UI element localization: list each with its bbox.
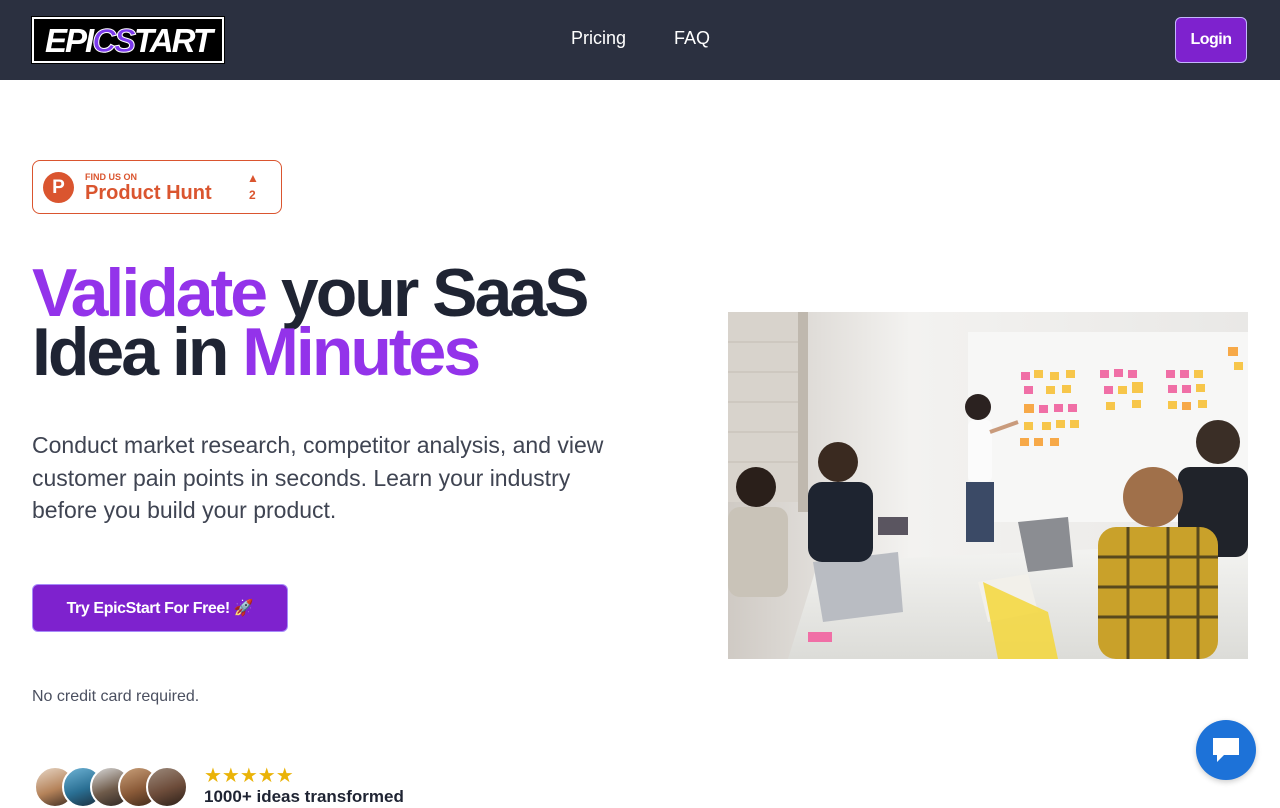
product-hunt-title: Product Hunt (85, 182, 212, 204)
upvote-count: 2 (249, 188, 256, 202)
hero-headline: Validate your SaaS Idea in Minutes (32, 259, 672, 386)
hero-team-photo-illustration (728, 312, 1248, 659)
no-credit-card-note: No credit card required. (32, 688, 200, 705)
headline-text-idea: Idea in (32, 314, 243, 390)
product-hunt-badge[interactable]: P FIND US ON Product Hunt ▲ 2 (32, 160, 282, 214)
logo-text: EPICSTART (45, 21, 213, 59)
hero-subtitle: Conduct market research, competitor anal… (32, 432, 604, 523)
star-rating-icon: ★★★★★ (204, 765, 294, 787)
upvote-triangle-icon: ▲ (247, 171, 259, 185)
nav-link-pricing[interactable]: Pricing (571, 28, 626, 49)
nav-link-faq[interactable]: FAQ (674, 28, 710, 49)
try-free-button[interactable]: Try EpicStart For Free! 🚀 (32, 584, 288, 632)
epicstart-logo[interactable]: EPICSTART (31, 16, 225, 64)
product-hunt-find-us: FIND US ON (85, 172, 138, 182)
login-button[interactable]: Login (1175, 17, 1247, 63)
ideas-transformed-caption: 1000+ ideas transformed (204, 787, 404, 806)
chat-bubble-icon (1213, 738, 1239, 762)
headline-accent-minutes: Minutes (242, 314, 481, 390)
avatar (146, 766, 188, 808)
product-hunt-logo-icon: P (43, 172, 74, 203)
top-navbar: EPICSTART Pricing FAQ Login (0, 0, 1280, 80)
chat-widget-button[interactable] (1196, 720, 1256, 780)
hero-team-photo (728, 312, 1248, 659)
